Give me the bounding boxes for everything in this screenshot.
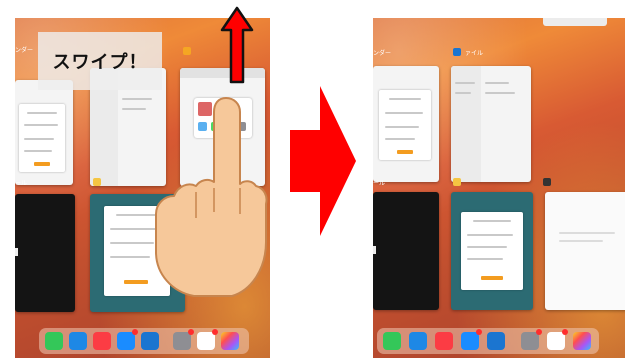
dialog-continue-button [124, 280, 148, 284]
dialog-continue-button [481, 276, 503, 280]
dock [39, 328, 249, 354]
files-app-icon [453, 48, 461, 56]
swipe-instruction-label: スワイプ！ [38, 32, 162, 90]
gmail-icon[interactable] [197, 329, 218, 350]
dialog-continue-button [34, 162, 50, 166]
photos-icon[interactable] [573, 332, 591, 350]
safari-icon[interactable] [409, 332, 427, 350]
app-card-dialog[interactable] [451, 192, 533, 310]
settings-icon[interactable] [521, 329, 542, 350]
app-icon [453, 178, 461, 186]
music-icon[interactable] [93, 332, 111, 350]
app-card-dark[interactable] [373, 192, 439, 310]
app-card-dark[interactable] [15, 194, 75, 312]
settings-icon[interactable] [173, 329, 194, 350]
app-label-calendar: ンダー [373, 50, 392, 57]
app-label: ール [373, 180, 386, 187]
ipad-screen-after: ンダー ァイル ール [373, 18, 625, 358]
app-card-document[interactable] [545, 192, 625, 310]
mail-icon[interactable] [117, 329, 138, 350]
app-card-calendar[interactable] [15, 80, 73, 185]
messages-icon[interactable] [45, 332, 63, 350]
app-icon [93, 178, 101, 186]
messages-icon[interactable] [383, 332, 401, 350]
app-label-files: ァイル [465, 50, 484, 57]
app-label: ール [15, 180, 28, 187]
files-icon[interactable] [487, 332, 505, 350]
setup-dialog [19, 104, 65, 172]
right-arrow-icon [290, 86, 356, 236]
music-icon[interactable] [435, 332, 453, 350]
setup-dialog [379, 90, 431, 160]
photos-icon[interactable] [221, 332, 239, 350]
app-label-calendar: ンダー [15, 47, 34, 54]
app-icon [543, 178, 551, 186]
gmail-icon[interactable] [547, 329, 568, 350]
dialog-continue-button [397, 150, 413, 154]
pointing-hand-icon [155, 97, 268, 297]
setup-dialog [461, 212, 523, 290]
mail-icon[interactable] [461, 329, 482, 350]
files-icon[interactable] [141, 332, 159, 350]
app-icon [183, 47, 191, 55]
app-card-files[interactable] [451, 66, 531, 182]
safari-icon[interactable] [69, 332, 87, 350]
app-card-calendar[interactable] [373, 66, 439, 182]
dock [377, 328, 599, 354]
up-arrow-icon [220, 6, 254, 84]
